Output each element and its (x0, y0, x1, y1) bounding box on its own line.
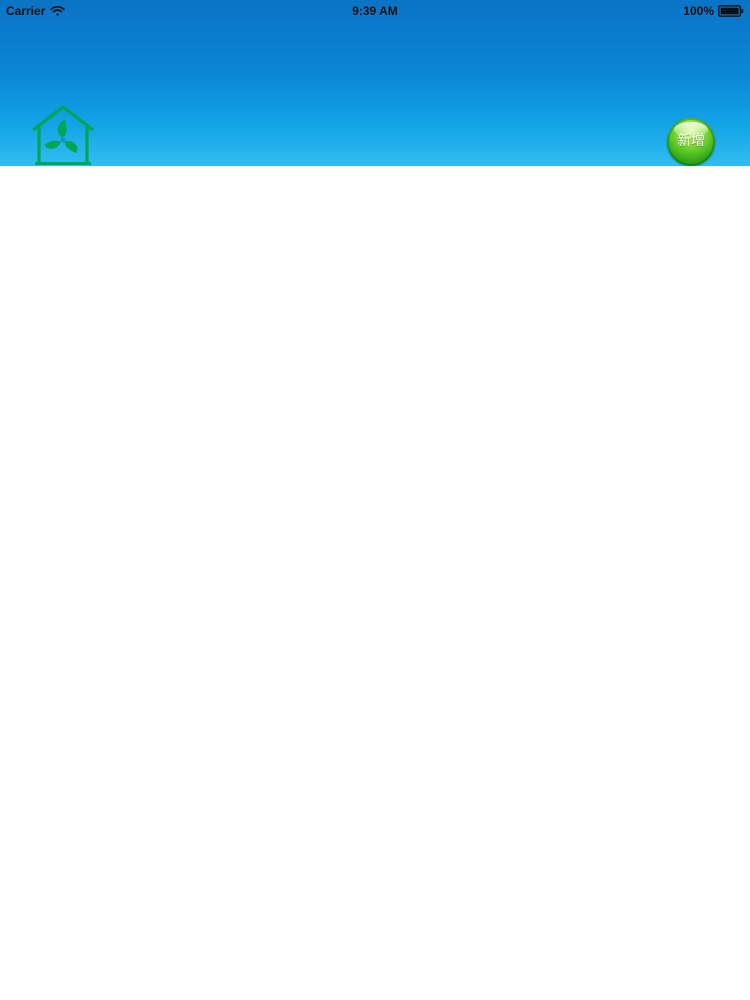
status-bar: Carrier 9:39 AM 100% (0, 0, 750, 22)
home-button[interactable] (29, 104, 97, 166)
add-button-label: 新增 (677, 133, 705, 149)
battery-icon (718, 5, 744, 17)
battery-percentage: 100% (683, 4, 714, 18)
main-content-area (0, 166, 750, 1000)
status-time: 9:39 AM (352, 4, 398, 18)
app-screen: Carrier 9:39 AM 100% 新增 (0, 0, 750, 1000)
battery-status: 100% (683, 3, 744, 19)
header-bar: Carrier 9:39 AM 100% 新增 (0, 0, 750, 166)
add-button[interactable]: 新增 (667, 118, 715, 166)
home-icon (32, 104, 94, 165)
